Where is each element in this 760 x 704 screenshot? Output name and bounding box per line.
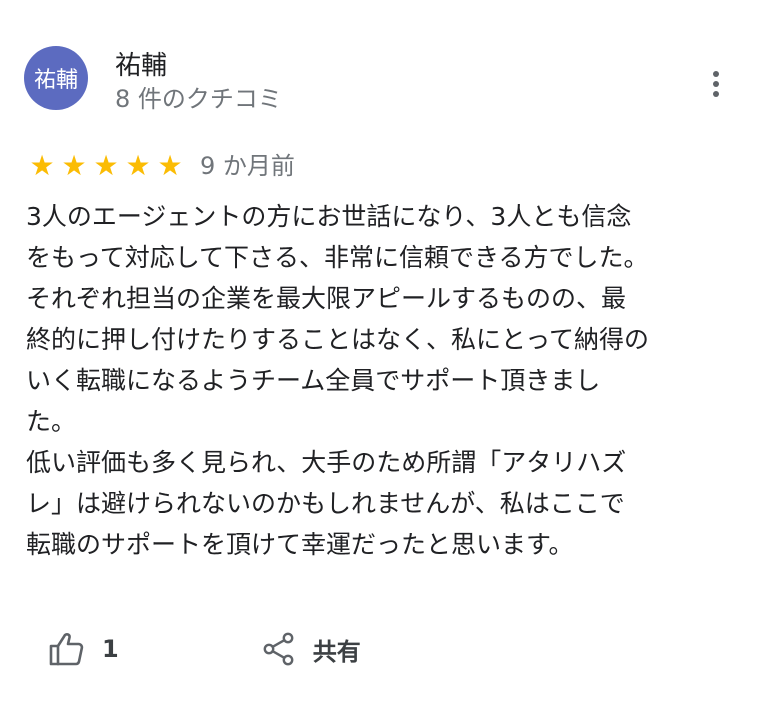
review-text-line: レ」は避けられないのかもしれませんが、私はここで xyxy=(26,489,625,518)
review-date: 9 か月前 xyxy=(200,152,295,180)
review-text-line: いく転職になるようチーム全員でサポート頂きまし xyxy=(26,366,601,395)
review-text-line: それぞれ担当の企業を最大限アピールするものの、最 xyxy=(26,284,627,313)
star-icon: ★ xyxy=(61,149,87,182)
star-rating: ★ ★ ★ ★ ★ xyxy=(26,150,186,182)
avatar[interactable]: 祐輔 xyxy=(24,46,88,110)
review-text-line: た。 xyxy=(26,407,77,436)
more-options-button[interactable] xyxy=(700,64,732,104)
star-icon: ★ xyxy=(157,149,183,182)
like-button[interactable]: 1 xyxy=(48,632,119,666)
share-label: 共有 xyxy=(312,637,361,666)
star-icon: ★ xyxy=(125,149,151,182)
star-icon: ★ xyxy=(93,149,119,182)
reviewer-name[interactable]: 祐輔 xyxy=(115,50,167,82)
rating-row: ★ ★ ★ ★ ★ 9 か月前 xyxy=(26,150,295,182)
share-button[interactable]: 共有 xyxy=(263,632,361,667)
more-vert-icon xyxy=(713,71,719,97)
thumb-up-icon xyxy=(49,633,84,666)
review-text: 3人のエージェントの方にお世話になり、3人とも信念 をもって対応して下さる、非常に… xyxy=(26,196,738,565)
star-icon: ★ xyxy=(29,149,55,182)
review-count[interactable]: 8 件のクチコミ xyxy=(115,84,282,114)
review-text-line: をもって対応して下さる、非常に信頼できる方でした。 xyxy=(26,243,649,272)
review-text-line: 転職のサポートを頂けて幸運だったと思います。 xyxy=(26,530,574,559)
like-count: 1 xyxy=(102,635,119,663)
review-text-line: 低い評価も多く見られ、大手のため所謂「アタリハズ xyxy=(26,448,627,477)
review-text-line: 終的に押し付けたりすることはなく、私にとって納得の xyxy=(26,325,650,354)
share-icon xyxy=(263,632,294,666)
review-text-line: 3人のエージェントの方にお世話になり、3人とも信念 xyxy=(26,202,632,231)
review-actions: 1 共有 xyxy=(48,626,361,672)
